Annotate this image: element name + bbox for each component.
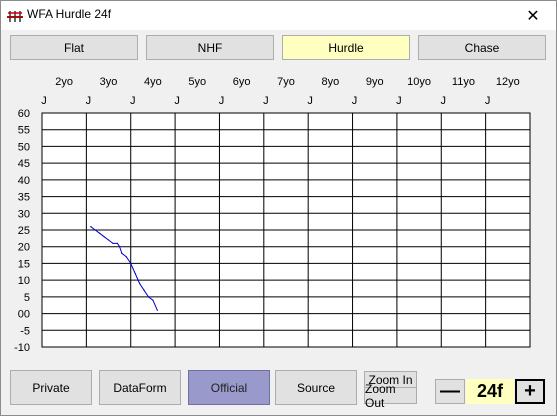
data-point bbox=[125, 256, 127, 258]
tab-hurdle-label: Hurdle bbox=[328, 40, 364, 55]
official-button[interactable]: Official bbox=[188, 370, 270, 405]
month-marker: J bbox=[441, 95, 447, 107]
data-point bbox=[156, 309, 158, 311]
app-icon bbox=[7, 11, 23, 22]
data-point bbox=[107, 239, 110, 241]
month-marker: J bbox=[485, 95, 491, 107]
y-tick-label: 00 bbox=[18, 309, 30, 321]
title-bar: WFA Hurdle 24f ✕ bbox=[1, 1, 556, 30]
data-point bbox=[119, 246, 121, 248]
x-category-label: 12yo bbox=[496, 76, 520, 88]
month-marker: J bbox=[41, 95, 47, 107]
x-category-label: 10yo bbox=[407, 76, 431, 88]
month-marker: J bbox=[263, 95, 269, 107]
x-category-label: 6yo bbox=[233, 76, 251, 88]
zoom-out-button[interactable]: Zoom Out bbox=[364, 382, 417, 410]
zoom-out-label: Zoom Out bbox=[365, 381, 396, 410]
dataform-button[interactable]: DataForm bbox=[99, 370, 181, 405]
private-button-label: Private bbox=[32, 380, 70, 395]
x-category-label: 8yo bbox=[321, 76, 339, 88]
tab-hurdle[interactable]: Hurdle bbox=[282, 35, 410, 60]
minus-icon: — bbox=[440, 380, 460, 402]
y-tick-label: 25 bbox=[18, 225, 30, 237]
data-point bbox=[130, 262, 132, 265]
x-category-label: 3yo bbox=[100, 76, 118, 88]
close-button[interactable]: ✕ bbox=[510, 1, 556, 30]
data-point bbox=[121, 252, 123, 254]
tab-flat-label: Flat bbox=[63, 40, 84, 55]
month-marker: J bbox=[352, 95, 358, 107]
window-title: WFA Hurdle 24f bbox=[27, 7, 112, 21]
data-point bbox=[134, 272, 136, 275]
x-category-label: 2yo bbox=[55, 76, 73, 88]
data-point bbox=[143, 289, 145, 291]
y-tick-label: 15 bbox=[18, 258, 30, 270]
y-tick-label: 55 bbox=[18, 125, 30, 137]
app-window: WFA Hurdle 24f ✕ Flat NHF Hurdle Chase 6… bbox=[0, 0, 557, 416]
data-point bbox=[152, 299, 154, 301]
y-tick-label: 35 bbox=[18, 192, 30, 204]
data-point bbox=[147, 296, 150, 298]
private-button[interactable]: Private bbox=[10, 370, 92, 405]
source-button-label: Source bbox=[296, 380, 336, 395]
plus-icon: + bbox=[524, 380, 536, 402]
decrease-distance-button[interactable]: — bbox=[435, 379, 465, 404]
y-tick-label: 60 bbox=[18, 108, 30, 120]
close-icon: ✕ bbox=[526, 7, 540, 25]
source-button[interactable]: Source bbox=[275, 370, 357, 405]
data-point bbox=[139, 282, 141, 285]
y-tick-label: -10 bbox=[14, 342, 30, 353]
y-tick-label: 45 bbox=[18, 158, 30, 170]
y-tick-label: 40 bbox=[18, 175, 30, 187]
month-marker: J bbox=[174, 95, 180, 107]
x-category-label: 9yo bbox=[366, 76, 384, 88]
wfa-chart: 60 55 50 45 40 35 30 25 20 15 10 5 00 -5 -10 2yo J 3yo J 4y… bbox=[14, 76, 531, 353]
month-marker: J bbox=[86, 95, 92, 107]
tab-nhf[interactable]: NHF bbox=[146, 35, 274, 60]
y-tick-label: -5 bbox=[20, 325, 30, 337]
tab-chase-label: Chase bbox=[464, 40, 500, 55]
data-point bbox=[94, 229, 96, 231]
distance-value: 24f bbox=[466, 379, 514, 404]
data-point bbox=[116, 242, 119, 244]
dataform-button-label: DataForm bbox=[113, 380, 167, 395]
tab-flat[interactable]: Flat bbox=[10, 35, 138, 60]
tab-nhf-label: NHF bbox=[197, 40, 223, 55]
increase-distance-button[interactable]: + bbox=[515, 379, 545, 404]
official-button-label: Official bbox=[210, 380, 248, 395]
data-point bbox=[112, 242, 114, 244]
month-marker: J bbox=[307, 95, 313, 107]
month-marker: J bbox=[130, 95, 136, 107]
month-marker: J bbox=[396, 95, 402, 107]
y-tick-label: 10 bbox=[18, 275, 30, 287]
tab-chase[interactable]: Chase bbox=[418, 35, 546, 60]
x-category-label: 11yo bbox=[452, 76, 475, 88]
x-category-label: 4yo bbox=[144, 76, 162, 88]
data-point bbox=[99, 232, 101, 234]
y-tick-label: 5 bbox=[24, 292, 30, 304]
y-tick-label: 30 bbox=[18, 208, 30, 220]
x-category-label: 7yo bbox=[277, 76, 295, 88]
month-marker: J bbox=[219, 95, 225, 107]
y-tick-label: 20 bbox=[18, 242, 30, 254]
data-point bbox=[90, 226, 92, 228]
data-point bbox=[103, 236, 105, 238]
x-category-label: 5yo bbox=[188, 76, 206, 88]
y-tick-label: 50 bbox=[18, 141, 30, 153]
